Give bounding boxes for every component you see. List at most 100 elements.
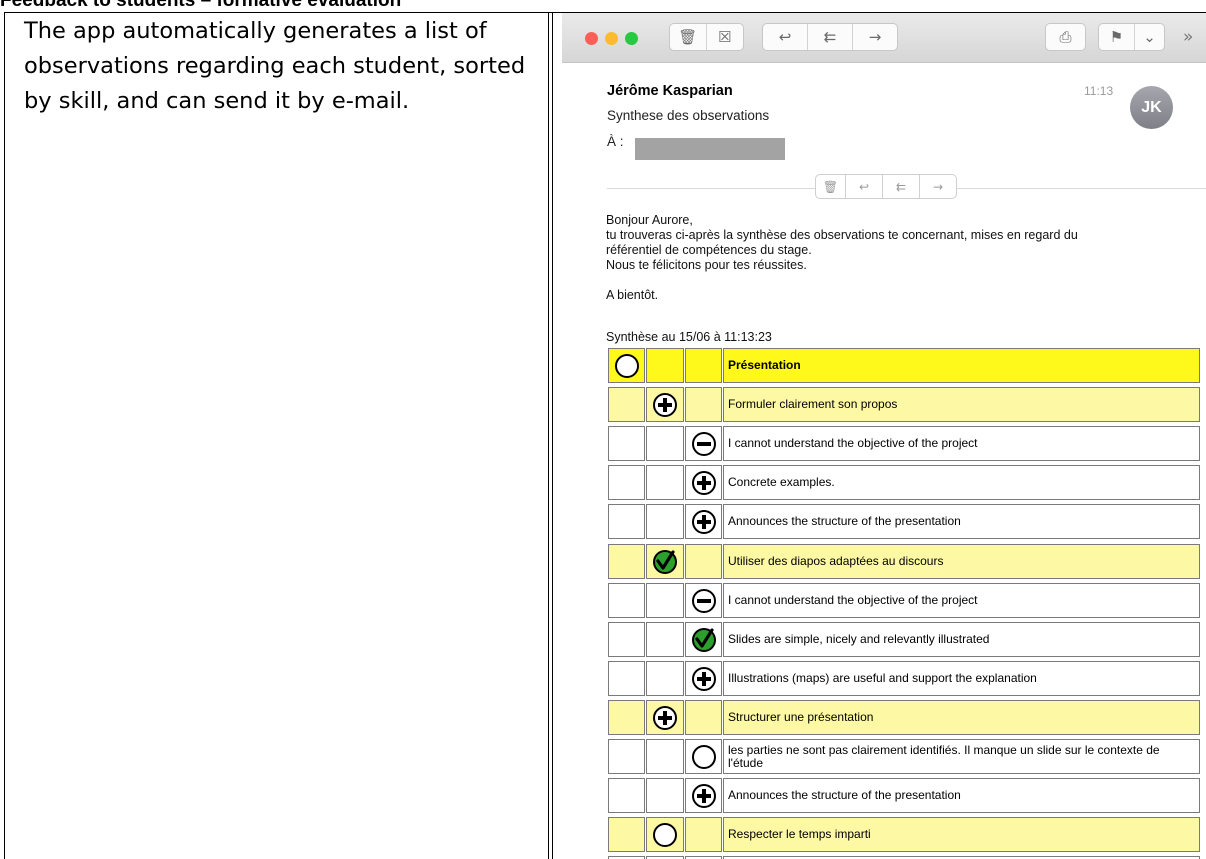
level-cell xyxy=(685,348,722,383)
level-cell xyxy=(685,465,722,500)
level-cell xyxy=(685,583,722,618)
observation-row: Illustrations (maps) are useful and supp… xyxy=(608,661,1200,696)
level-cell xyxy=(646,622,684,657)
observation-label: Announces the structure of the presentat… xyxy=(723,778,1200,813)
minimize-window-button[interactable] xyxy=(605,32,618,45)
more-icon[interactable]: » xyxy=(1183,27,1193,47)
plus-icon xyxy=(691,666,717,692)
print-icon[interactable]: ⎙ xyxy=(1046,24,1085,50)
observation-label: les parties ne sont pas clairement ident… xyxy=(723,739,1200,774)
level-cell xyxy=(646,387,684,422)
email-subject: Synthese des observations xyxy=(607,108,770,123)
reply-all-icon[interactable]: ⇇ xyxy=(808,24,853,50)
check-icon xyxy=(691,627,717,653)
observation-row: les parties ne sont pas clairement ident… xyxy=(608,739,1200,774)
skill-row: Formuler clairement son propos xyxy=(608,387,1200,422)
zoom-window-button[interactable] xyxy=(625,32,638,45)
flag-group: ⚑ ⌄ xyxy=(1098,23,1165,51)
observation-label: I cannot understand the objective of the… xyxy=(723,426,1200,461)
delete-archive-group: 🗑 ☒ xyxy=(669,23,744,51)
level-cell xyxy=(608,583,645,618)
sender-name: Jérôme Kasparian xyxy=(607,83,733,99)
level-cell xyxy=(608,544,645,579)
plus-icon xyxy=(652,392,678,418)
minus-icon xyxy=(691,431,717,457)
header-divider xyxy=(607,188,815,189)
level-cell xyxy=(608,817,645,852)
minus-icon xyxy=(691,588,717,614)
reply-icon[interactable]: ↩ xyxy=(763,24,808,50)
synthesis-header: Synthèse au 15/06 à 11:13:23 xyxy=(606,330,772,344)
level-cell xyxy=(685,387,722,422)
body-line: Bonjour Aurore, xyxy=(606,213,693,227)
level-cell xyxy=(608,348,645,383)
observation-row: Slides are simple, nicely and relevantly… xyxy=(608,622,1200,657)
level-cell xyxy=(646,817,684,852)
level-cell xyxy=(685,544,722,579)
mail-toolbar: 🗑 ☒ ↩ ⇇ → ⎙ ⚑ ⌄ » xyxy=(562,13,1206,63)
reply-group: ↩ ⇇ → xyxy=(762,23,898,51)
observation-label: Respecter le temps imparti xyxy=(723,817,1200,852)
recipient-label: À : xyxy=(607,134,624,149)
reply-all-icon[interactable]: ⇇ xyxy=(883,175,920,198)
observation-label: I cannot understand the objective of the… xyxy=(723,583,1200,618)
flag-icon[interactable]: ⚑ xyxy=(1099,24,1135,50)
mail-window: 🗑 ☒ ↩ ⇇ → ⎙ ⚑ ⌄ » Jérôme Kasparian Synth… xyxy=(562,13,1206,859)
level-cell xyxy=(608,387,645,422)
skill-row: Utiliser des diapos adaptées au discours xyxy=(608,544,1200,579)
level-cell xyxy=(608,504,645,539)
archive-icon[interactable]: ☒ xyxy=(707,24,744,50)
observation-label: Concrete examples. xyxy=(723,465,1200,500)
observation-label: Illustrations (maps) are useful and supp… xyxy=(723,661,1200,696)
observation-label: Présentation xyxy=(723,348,1200,383)
level-cell xyxy=(685,426,722,461)
circle-icon xyxy=(614,353,640,379)
trash-icon[interactable]: 🗑 xyxy=(670,24,707,50)
print-group: ⎙ xyxy=(1045,23,1086,51)
level-cell xyxy=(646,583,684,618)
level-cell xyxy=(685,739,722,774)
observation-label: Slides are simple, nicely and relevantly… xyxy=(723,622,1200,657)
plus-icon xyxy=(691,783,717,809)
recipient-redacted xyxy=(635,138,785,160)
body-line xyxy=(606,273,1206,288)
close-window-button[interactable] xyxy=(585,32,598,45)
header-divider xyxy=(957,188,1206,189)
plus-icon xyxy=(691,509,717,535)
circle-icon xyxy=(652,822,678,848)
level-cell xyxy=(685,700,722,735)
email-body: Bonjour Aurore, tu trouveras ci-après la… xyxy=(606,213,1206,303)
description-text: The app automatically generates a list o… xyxy=(24,18,526,114)
level-cell xyxy=(685,622,722,657)
observation-label: Announces the structure of the presentat… xyxy=(723,504,1200,539)
level-cell xyxy=(646,700,684,735)
section-row: Présentation xyxy=(608,348,1200,383)
forward-icon[interactable]: → xyxy=(920,175,956,198)
observation-row: I cannot understand the objective of the… xyxy=(608,426,1200,461)
observation-label: Utiliser des diapos adaptées au discours xyxy=(723,544,1200,579)
level-cell xyxy=(608,426,645,461)
level-cell xyxy=(646,465,684,500)
level-cell xyxy=(608,778,645,813)
level-cell xyxy=(646,348,684,383)
forward-icon[interactable]: → xyxy=(853,24,897,50)
body-line: A bientôt. xyxy=(606,288,659,302)
avatar: JK xyxy=(1130,86,1173,129)
level-cell xyxy=(646,504,684,539)
body-line: tu trouveras ci-après la synthèse des ob… xyxy=(606,228,1078,242)
level-cell xyxy=(646,661,684,696)
skill-row: Structurer une présentation xyxy=(608,700,1200,735)
plus-icon xyxy=(652,705,678,731)
skill-row: Respecter le temps imparti xyxy=(608,817,1200,852)
body-line: référentiel de compétences du stage. xyxy=(606,243,812,257)
trash-icon[interactable]: 🗑 xyxy=(816,175,846,198)
reply-icon[interactable]: ↩ xyxy=(846,175,883,198)
inline-actions: 🗑 ↩ ⇇ → xyxy=(815,174,957,199)
circle-icon xyxy=(691,744,717,770)
level-cell xyxy=(646,544,684,579)
level-cell xyxy=(608,622,645,657)
chevron-down-icon[interactable]: ⌄ xyxy=(1135,24,1164,50)
plus-icon xyxy=(691,470,717,496)
table-left-border xyxy=(4,12,5,859)
level-cell xyxy=(685,504,722,539)
